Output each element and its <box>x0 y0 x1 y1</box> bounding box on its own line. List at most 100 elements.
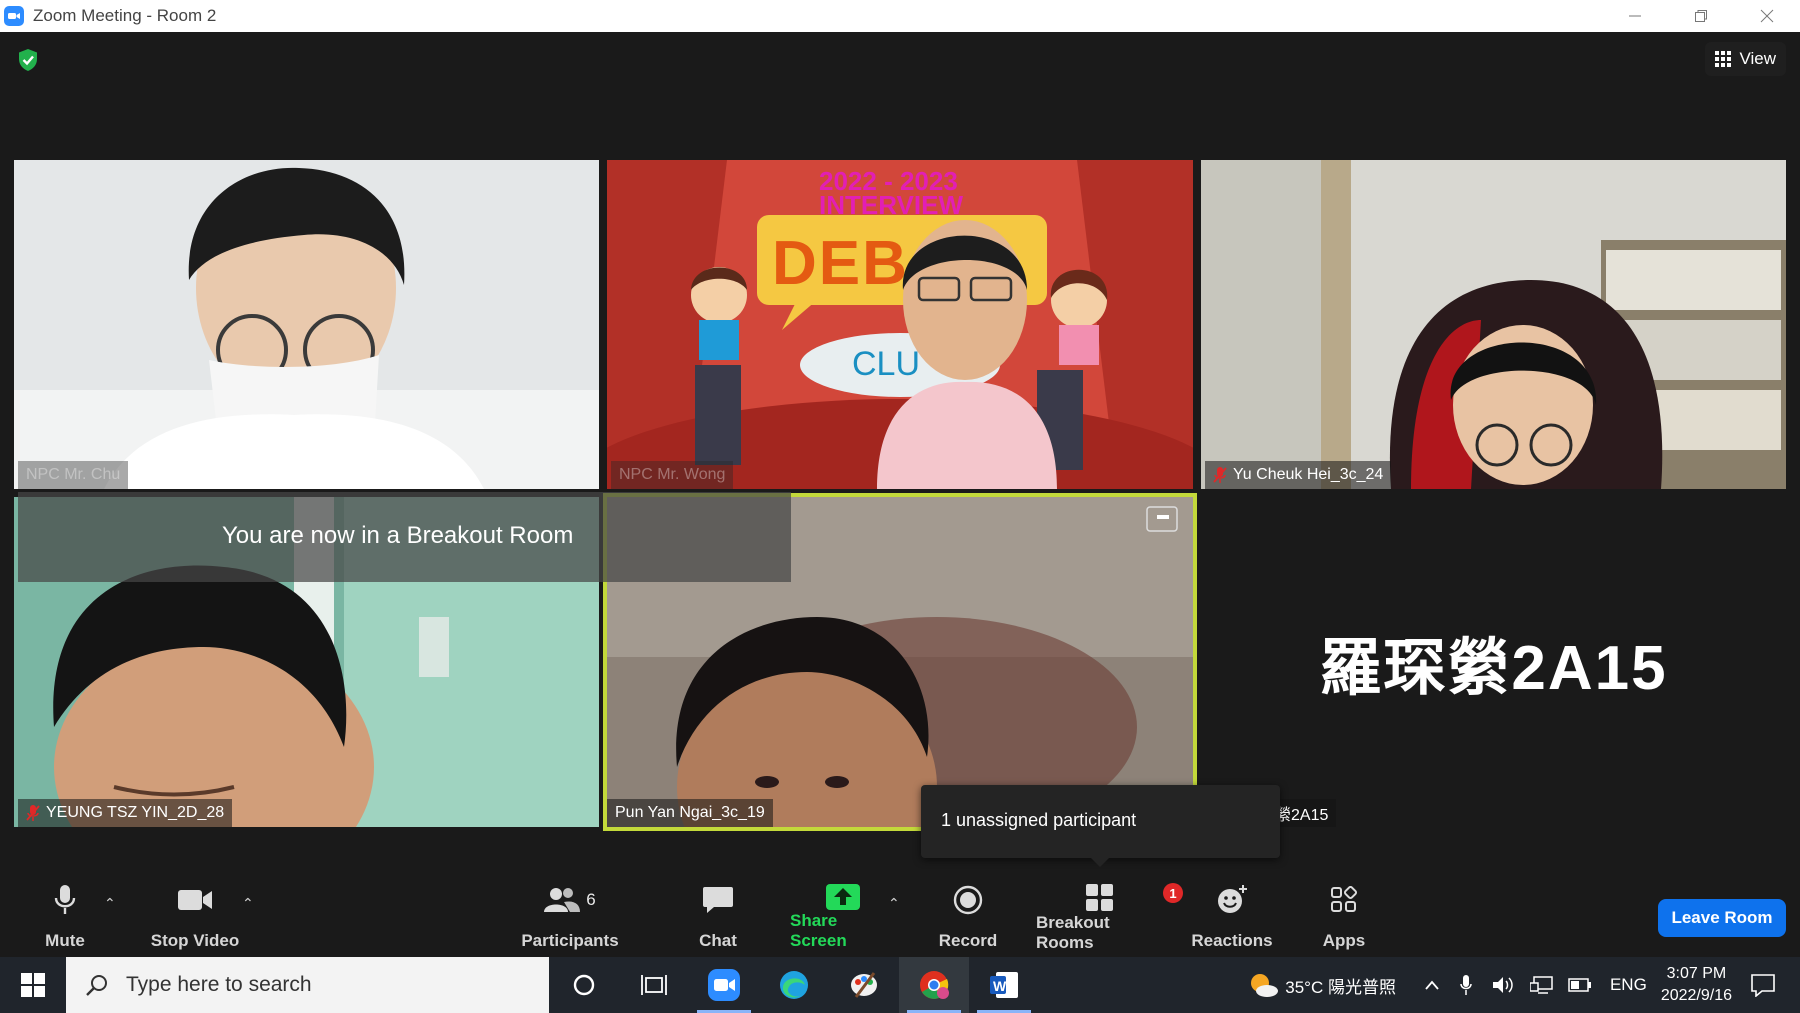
taskbar-word-app[interactable]: W <box>969 957 1039 1013</box>
system-tray: 35°C 陽光普照 ENG 3:07 PM 2022/9/16 <box>1247 957 1800 1013</box>
breakout-rooms-label: Breakout Rooms <box>1036 913 1110 952</box>
network-icon[interactable] <box>1529 975 1554 995</box>
chat-button[interactable]: Chat <box>693 883 743 951</box>
show-hidden-icons-chevron-icon[interactable] <box>1424 979 1440 991</box>
mute-label: Mute <box>45 931 85 950</box>
virtual-background-debate: DEB <box>772 229 909 298</box>
share-screen-icon <box>825 883 861 911</box>
video-options-caret-icon[interactable]: ⌃ <box>242 895 254 912</box>
record-button[interactable]: Record <box>938 883 998 951</box>
clock-date: 2022/9/16 <box>1660 987 1732 1004</box>
meeting-area: View NPC Mr. Chu 2022 - 2023 INTERVIEW D… <box>0 32 1800 957</box>
participant-display-name: 羅琛縈2A15 <box>1319 634 1668 703</box>
audio-options-caret-icon[interactable]: ⌃ <box>104 895 116 912</box>
zoom-app-icon <box>708 969 740 1001</box>
zoom-app-icon <box>4 6 24 26</box>
leave-room-button[interactable]: Leave Room <box>1658 899 1786 937</box>
battery-icon[interactable] <box>1568 978 1592 992</box>
share-screen-label: Share Screen <box>790 911 847 950</box>
edge-browser-icon <box>780 971 808 999</box>
muted-mic-icon <box>26 805 40 821</box>
input-language[interactable]: ENG <box>1610 975 1647 995</box>
stop-video-label: Stop Video <box>150 931 240 950</box>
task-view-icon <box>641 975 667 995</box>
search-placeholder: Type here to search <box>126 973 312 996</box>
taskbar-paint-app[interactable] <box>829 957 899 1013</box>
window-title: Zoom Meeting - Room 2 <box>33 6 217 25</box>
unassigned-participant-tooltip: 1 unassigned participant <box>921 785 1280 867</box>
virtual-background-club: CLU <box>852 345 921 383</box>
reactions-label: Reactions <box>1191 931 1273 950</box>
participants-label: Participants <box>521 931 619 950</box>
record-label: Record <box>938 931 998 950</box>
participant-name-label: Pun Yan Ngai_3c_19 <box>607 799 773 827</box>
taskbar-chrome-app[interactable] <box>899 957 969 1013</box>
participant-name-label: Yu Cheuk Hei_3c_24 <box>1205 461 1392 489</box>
breakout-rooms-badge: 1 <box>1163 883 1183 903</box>
apps-button[interactable]: Apps <box>1322 883 1366 951</box>
windows-logo-icon <box>21 973 45 997</box>
participant-name-label: NPC Mr. Chu <box>18 461 129 489</box>
participants-count: 6 <box>586 890 596 909</box>
cortana-button[interactable] <box>549 957 619 1013</box>
windows-start-button[interactable] <box>0 957 66 1013</box>
video-camera-icon <box>177 883 213 917</box>
minimize-button[interactable] <box>1602 0 1668 32</box>
title-bar: Zoom Meeting - Room 2 <box>0 0 1800 32</box>
weather-sun-cloud-icon[interactable] <box>1247 971 1279 999</box>
participant-video <box>14 160 599 489</box>
participants-icon: 6 <box>544 883 596 917</box>
participant-name-label: YEUNG TSZ YIN_2D_28 <box>18 799 233 827</box>
tooltip-arrow <box>1091 858 1109 867</box>
weather-text[interactable]: 35°C 陽光普照 <box>1285 973 1396 998</box>
search-icon <box>86 975 107 996</box>
volume-icon[interactable] <box>1492 975 1514 995</box>
grid-icon <box>1715 51 1732 67</box>
chat-label: Chat <box>699 931 737 950</box>
video-tile-npc-mr-chu[interactable]: NPC Mr. Chu <box>14 160 599 489</box>
breakout-rooms-button[interactable]: 1 Breakout Rooms <box>1036 883 1183 952</box>
share-screen-button[interactable]: Share Screen <box>790 883 896 951</box>
taskbar-clock[interactable]: 3:07 PM 2022/9/16 <box>1661 963 1732 1007</box>
video-tile-yu-cheuk-hei[interactable]: Yu Cheuk Hei_3c_24 <box>1201 160 1786 489</box>
breakout-room-message: You are now in a Breakout Room <box>222 522 574 549</box>
clock-time: 3:07 PM <box>1666 965 1727 982</box>
share-options-caret-icon[interactable]: ⌃ <box>888 895 900 912</box>
mute-button[interactable]: Mute <box>40 883 90 951</box>
reactions-icon <box>1216 883 1248 917</box>
apps-icon <box>1330 883 1358 917</box>
video-tile-lo-2a15[interactable]: 羅琛縈2A15 縈2A15 <box>1201 497 1786 827</box>
paint-palette-icon <box>851 972 877 998</box>
view-button[interactable]: View <box>1705 42 1786 76</box>
taskbar-edge-app[interactable] <box>759 957 829 1013</box>
apps-label: Apps <box>1322 931 1366 950</box>
chat-icon <box>702 883 734 917</box>
chrome-browser-icon <box>920 971 949 999</box>
breakout-rooms-icon: 1 <box>1085 883 1183 913</box>
windows-taskbar: Type here to search W 35°C 陽光普照 ENG 3:07… <box>0 957 1800 1013</box>
restore-button[interactable] <box>1668 0 1734 32</box>
participant-name-label: NPC Mr. Wong <box>611 461 734 489</box>
microphone-tray-icon[interactable] <box>1460 974 1472 996</box>
tooltip-text: 1 unassigned participant <box>941 810 1137 830</box>
notification-center-icon[interactable] <box>1750 973 1776 997</box>
taskbar-search-box[interactable]: Type here to search <box>66 957 549 1013</box>
cortana-circle-icon <box>573 974 595 996</box>
stop-video-button[interactable]: Stop Video <box>150 883 240 951</box>
word-document-icon: W <box>990 972 1018 998</box>
participant-video <box>1201 160 1786 489</box>
view-label: View <box>1739 49 1776 68</box>
breakout-room-banner: You are now in a Breakout Room <box>18 492 791 582</box>
virtual-background-interview: INTERVIEW <box>819 190 963 220</box>
microphone-icon <box>54 883 76 917</box>
taskbar-zoom-app[interactable] <box>689 957 759 1013</box>
shield-check-icon[interactable] <box>17 48 39 72</box>
meeting-toolbar: Mute ⌃ Stop Video ⌃ 6 Participants Chat … <box>0 875 1800 957</box>
task-view-button[interactable] <box>619 957 689 1013</box>
video-tile-npc-mr-wong[interactable]: 2022 - 2023 INTERVIEW DEB CLU NPC Mr. Wo… <box>607 160 1193 489</box>
svg-text:W: W <box>993 978 1007 994</box>
participants-button[interactable]: 6 Participants <box>521 883 619 951</box>
reactions-button[interactable]: Reactions <box>1191 883 1273 951</box>
close-button[interactable] <box>1734 0 1800 32</box>
muted-mic-icon <box>1213 467 1227 483</box>
